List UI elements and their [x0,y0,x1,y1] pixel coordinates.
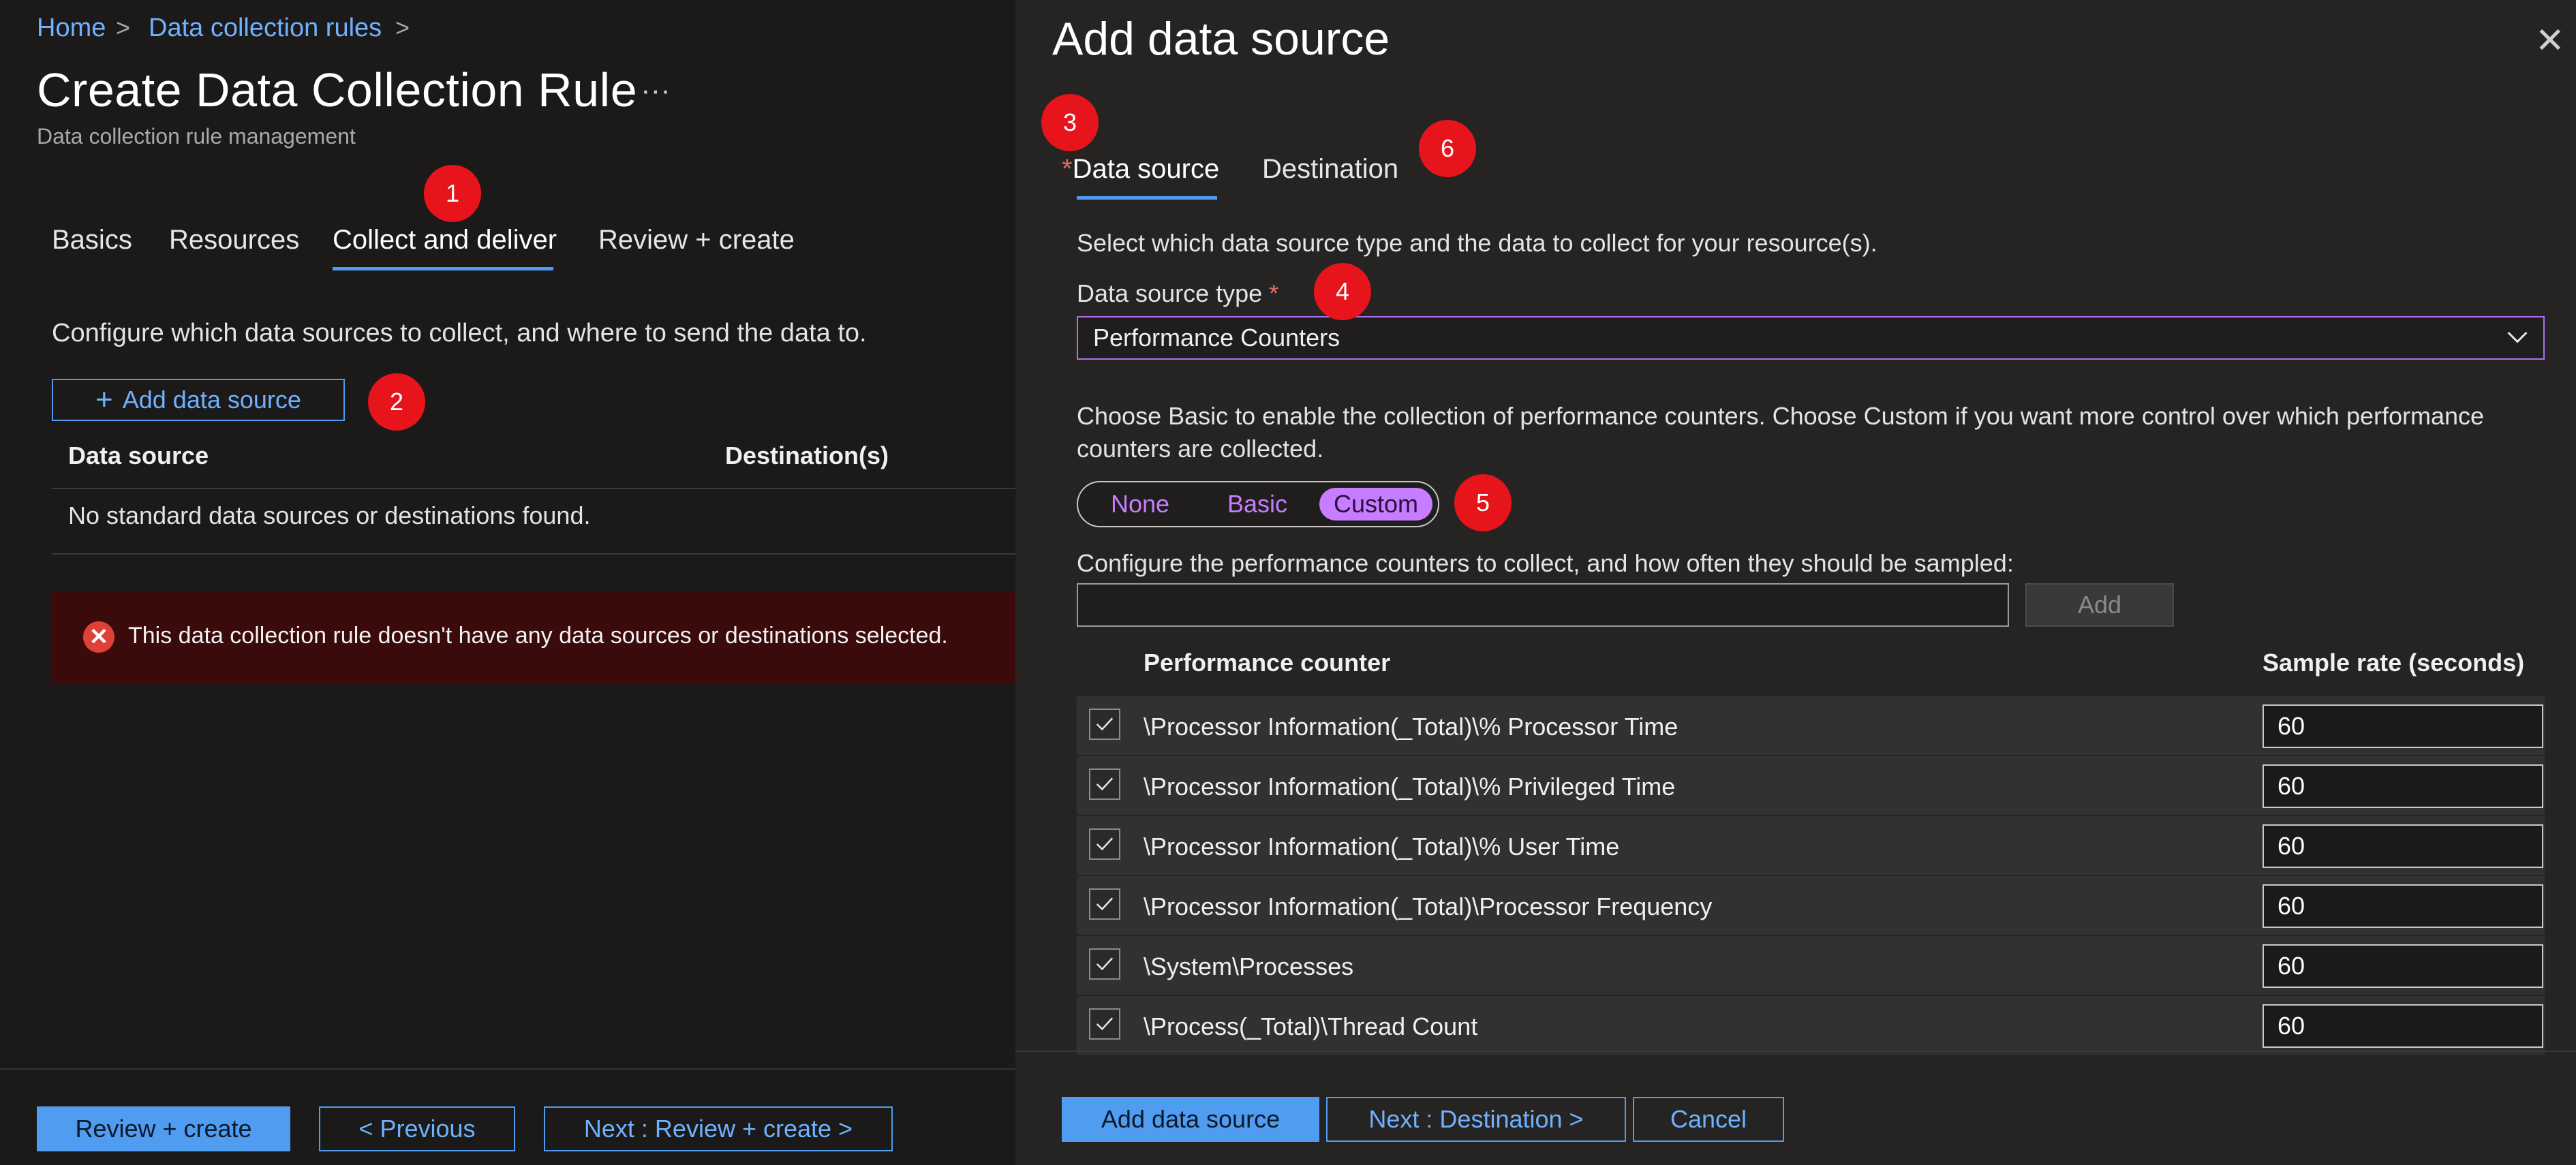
data-source-type-label: Data source type * [1077,279,1278,308]
checkmark-icon [1096,837,1114,851]
counter-name-input[interactable] [1077,583,2009,627]
tab-collect-and-deliver[interactable]: Collect and deliver [333,225,557,255]
breadcrumb-separator: > [116,14,131,42]
counter-row[interactable]: \Process(_Total)\Thread Count [1077,996,2545,1056]
annotation-marker-4: 4 [1314,263,1371,320]
annotation-marker-5: 5 [1454,474,1512,531]
counter-name: \Process(_Total)\Thread Count [1144,1012,1478,1040]
counter-checkbox[interactable] [1089,768,1120,800]
tab-review-create[interactable]: Review + create [598,225,795,255]
counter-name: \Processor Information(_Total)\% User Ti… [1144,833,1620,860]
review-create-button[interactable]: Review + create [37,1106,290,1151]
basic-custom-help-line-1: Choose Basic to enable the collection of… [1077,402,2485,430]
counter-checkbox[interactable] [1089,888,1120,920]
counter-row[interactable]: \Processor Information(_Total)\Processor… [1077,876,2545,936]
active-tab-indicator [333,267,553,270]
configure-counters-text: Configure the performance counters to co… [1077,549,2014,577]
mode-option-basic[interactable]: Basic [1206,488,1308,521]
panel-title: Add data source [1052,13,1390,65]
tab-basics[interactable]: Basics [52,225,132,255]
breadcrumb-home[interactable]: Home [37,14,106,43]
sample-rate-input[interactable] [2263,704,2543,748]
checkmark-icon [1096,777,1114,791]
checkmark-icon [1096,717,1114,731]
cancel-button[interactable]: Cancel [1633,1097,1784,1142]
data-source-type-dropdown[interactable]: Performance Counters [1077,316,2545,360]
sample-rate-input[interactable] [2263,824,2543,868]
footer-divider [0,1068,1015,1070]
counter-row[interactable]: \System\Processes [1077,936,2545,996]
annotation-marker-3: 3 [1041,94,1099,151]
collect-description: Configure which data sources to collect,… [52,319,867,347]
annotation-marker-2: 2 [368,373,425,431]
counter-checkbox[interactable] [1089,1008,1120,1040]
counter-row[interactable]: \Processor Information(_Total)\% Privile… [1077,756,2545,816]
tab-destination[interactable]: Destination [1262,154,1398,185]
add-data-source-button[interactable]: + Add data source [52,379,345,421]
chevron-down-icon [2507,331,2528,343]
next-destination-button[interactable]: Next : Destination > [1326,1097,1626,1142]
tab-resources[interactable]: Resources [169,225,299,255]
checkmark-icon [1096,897,1114,911]
column-header-sample-rate: Sample rate (seconds) [2263,649,2525,677]
counter-name: \Processor Information(_Total)\% Process… [1144,713,1678,741]
annotation-marker-6: 6 [1419,120,1476,177]
panel-footer-divider [1015,1051,2576,1052]
error-icon: ✕ [83,621,114,653]
add-counter-button: Add [2025,583,2174,627]
column-header-destinations[interactable]: Destination(s) [725,441,889,470]
next-review-create-button[interactable]: Next : Review + create > [544,1106,893,1151]
counter-checkbox[interactable] [1089,948,1120,980]
sample-rate-input[interactable] [2263,764,2543,808]
data-source-type-text: Data source type [1077,279,1263,307]
sample-rate-input[interactable] [2263,884,2543,928]
mode-option-none[interactable]: None [1089,488,1191,521]
column-header-performance-counter: Performance counter [1144,649,1391,677]
create-rule-blade: Home > Data collection rules > Create Da… [0,0,1015,1165]
page-subtitle: Data collection rule management [37,124,356,149]
counter-checkbox[interactable] [1089,709,1120,740]
error-message: This data collection rule doesn't have a… [128,623,948,649]
more-options-icon[interactable]: ··· [641,74,671,108]
checkmark-icon [1096,1017,1114,1031]
required-asterisk: * [1269,279,1279,307]
basic-custom-help-line-2: counters are collected. [1077,435,1324,463]
sample-rate-input[interactable] [2263,944,2543,988]
add-data-source-submit-button[interactable]: Add data source [1062,1097,1319,1142]
tab-data-source-required[interactable]: *Data source [1062,154,1219,185]
breadcrumb-separator: > [395,14,410,42]
counter-name: \Processor Information(_Total)\Processor… [1144,892,1713,920]
mode-option-custom[interactable]: Custom [1319,488,1432,521]
close-icon[interactable]: ✕ [2535,20,2565,61]
sample-rate-input[interactable] [2263,1004,2543,1048]
counter-name: \System\Processes [1144,952,1354,980]
checkmark-icon [1096,957,1114,971]
page-title: Create Data Collection Rule [37,63,638,117]
active-tab-indicator [1077,196,1217,200]
panel-intro: Select which data source type and the da… [1077,229,1877,257]
empty-table-message: No standard data sources or destinations… [68,501,591,529]
table-divider [52,553,1015,555]
counter-row[interactable]: \Processor Information(_Total)\% User Ti… [1077,816,2545,876]
column-header-data-source[interactable]: Data source [68,441,209,470]
add-data-source-label: Add data source [122,386,301,414]
plus-icon: + [95,383,113,416]
tab-data-source-label: Data source [1072,154,1220,184]
table-divider [52,488,1015,489]
counter-row[interactable]: \Processor Information(_Total)\% Process… [1077,696,2545,756]
required-asterisk: * [1062,154,1073,184]
annotation-marker-1: 1 [424,165,481,222]
breadcrumb-data-collection-rules[interactable]: Data collection rules [149,14,382,43]
previous-button[interactable]: < Previous [319,1106,515,1151]
counter-name: \Processor Information(_Total)\% Privile… [1144,773,1676,801]
counter-checkbox[interactable] [1089,828,1120,860]
data-source-type-value: Performance Counters [1093,324,1340,352]
